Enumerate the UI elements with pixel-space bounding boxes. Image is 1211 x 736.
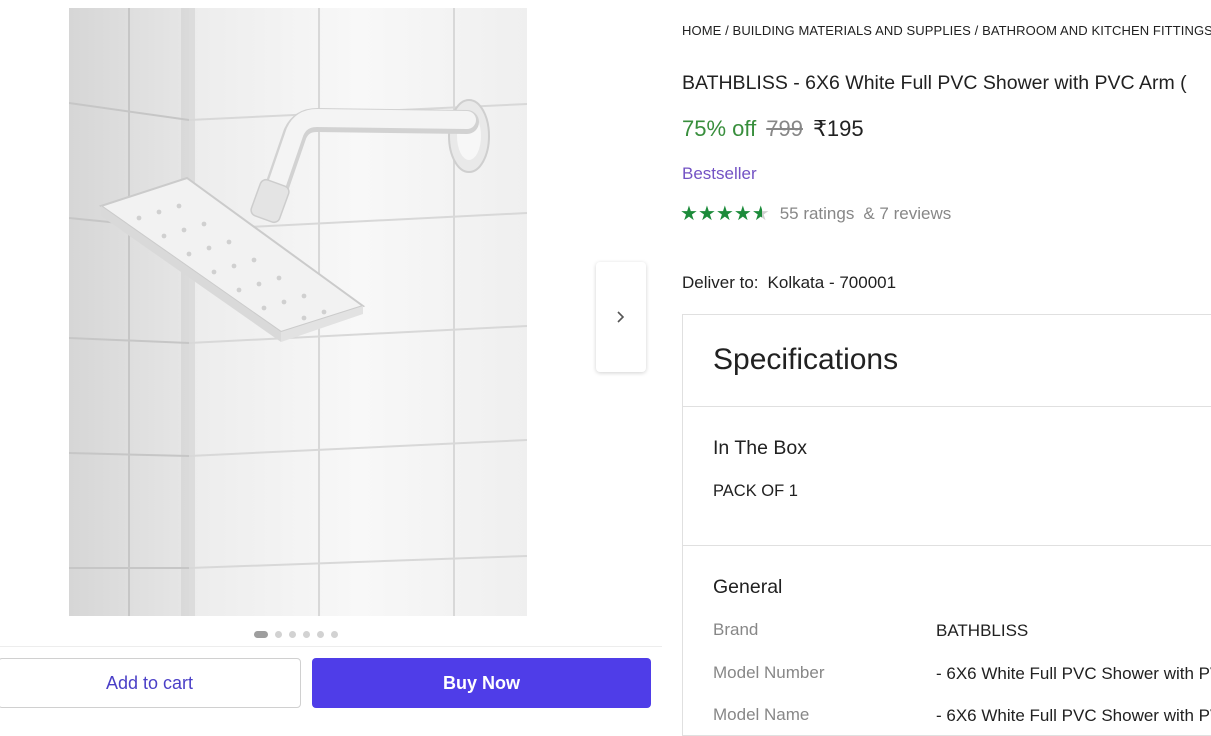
rating-stars: ★ ★ ★ ★ ★	[680, 204, 770, 224]
half-star-icon: ★	[751, 203, 770, 225]
rating-row[interactable]: ★ ★ ★ ★ ★ 55 ratings & 7 reviews	[680, 204, 951, 224]
selling-price: ₹195	[812, 116, 864, 141]
gallery-dot-active[interactable]	[254, 630, 268, 638]
in-the-box-heading: In The Box	[713, 437, 807, 459]
discount-percent: 75% off	[682, 116, 757, 141]
spec-label-model-number: Model Number	[713, 663, 825, 682]
breadcrumb-bathroom-kitchen[interactable]: BATHROOM AND KITCHEN FITTINGS	[982, 23, 1211, 38]
product-title: BATHBLISS - 6X6 White Full PVC Shower wi…	[682, 72, 1187, 94]
spec-label-brand: Brand	[713, 620, 759, 639]
reviews-count: & 7 reviews	[863, 204, 952, 223]
star-icon: ★	[715, 203, 734, 225]
star-icon: ★	[697, 203, 716, 225]
chevron-right-icon	[617, 311, 625, 323]
gallery-dots	[254, 630, 338, 638]
star-icon: ★	[680, 203, 698, 225]
divider	[683, 406, 1211, 407]
deliver-location-value: Kolkata - 700001	[767, 273, 897, 292]
gallery-dot[interactable]	[331, 630, 338, 638]
general-heading: General	[713, 576, 783, 598]
in-the-box-value: PACK OF 1	[713, 482, 798, 500]
gallery-dot[interactable]	[317, 630, 324, 638]
spec-value-model-number: - 6X6 White Full PVC Shower with PV	[936, 664, 1211, 683]
specifications-title: Specifications	[713, 343, 899, 376]
delivery-location[interactable]: Deliver to: Kolkata - 700001	[682, 273, 896, 293]
spec-label-model-name: Model Name	[713, 705, 810, 724]
breadcrumb-home[interactable]: HOME	[682, 23, 721, 38]
gallery-dot[interactable]	[303, 630, 310, 638]
buy-now-button[interactable]: Buy Now	[312, 658, 651, 708]
breadcrumb-building-materials[interactable]: BUILDING MATERIALS AND SUPPLIES	[733, 23, 971, 38]
product-image[interactable]	[69, 8, 527, 616]
shower-head-photo	[69, 8, 527, 616]
gallery-dot[interactable]	[275, 630, 282, 638]
spec-value-model-name: - 6X6 White Full PVC Shower with PV	[936, 706, 1211, 725]
ratings-count: 55 ratings	[779, 204, 855, 223]
price-row: 75% off 799 ₹195	[682, 116, 864, 142]
gallery-dot[interactable]	[289, 630, 296, 638]
specifications-panel: Specifications In The Box PACK OF 1 Gene…	[682, 314, 1211, 736]
breadcrumb-separator: /	[721, 23, 733, 38]
bestseller-badge: Bestseller	[682, 164, 757, 183]
original-price: 799	[766, 116, 803, 141]
deliver-label: Deliver to:	[682, 273, 759, 292]
star-icon: ★	[733, 203, 752, 225]
action-bar: Add to cart Buy Now	[0, 646, 662, 726]
add-to-cart-button[interactable]: Add to cart	[0, 658, 301, 708]
breadcrumb: HOME / BUILDING MATERIALS AND SUPPLIES /…	[682, 23, 1211, 38]
divider	[683, 545, 1211, 546]
breadcrumb-separator: /	[970, 23, 983, 38]
spec-value-brand: BATHBLISS	[936, 621, 1029, 640]
next-image-button[interactable]	[596, 262, 646, 372]
